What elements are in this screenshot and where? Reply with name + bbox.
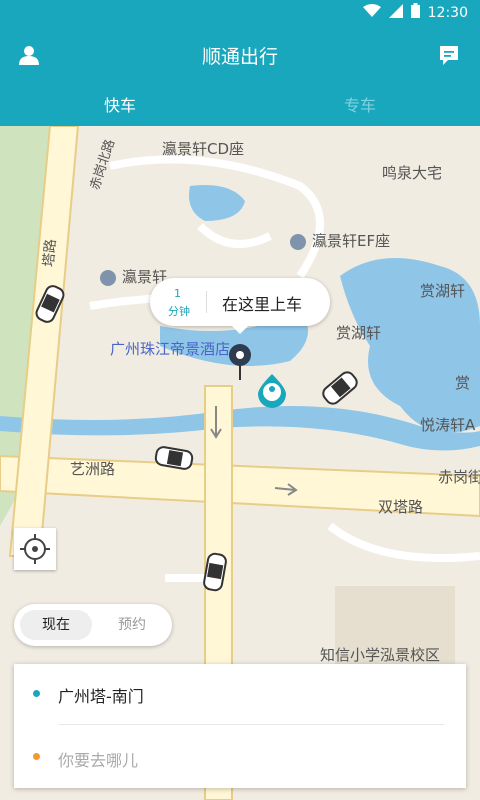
map-label-shang: 赏 [455, 374, 471, 392]
message-icon[interactable] [438, 44, 460, 66]
poi-icon [100, 269, 116, 286]
origin-row[interactable]: 广州塔-南门 [14, 664, 466, 724]
tab-premium[interactable]: 专车 [240, 92, 480, 116]
map-label-school: 知信小学泓景校区 [320, 646, 441, 664]
status-bar: 12:30 [0, 0, 480, 24]
wifi-icon [362, 3, 381, 22]
map-label-mingquan: 鸣泉大宅 [382, 164, 443, 182]
map-label-chigang: 赤岗街 [438, 468, 480, 486]
crosshair-icon [20, 534, 50, 564]
poi-icon [290, 233, 306, 250]
app-bar: 顺通出行 [0, 24, 480, 86]
eta-value: 1 [174, 287, 181, 300]
status-time: 12:30 [427, 4, 468, 21]
now-option[interactable]: 现在 [20, 610, 92, 640]
map-label-tower-road: 塔路 [40, 238, 60, 268]
service-tabs: 快车 专车 [0, 86, 480, 126]
pickup-label: 在这里上车 [222, 295, 303, 314]
map-label-cd: 瀛景轩CD座 [162, 140, 245, 158]
map-label-yuetao: 悦涛轩A [420, 416, 476, 434]
signal-icon [388, 3, 403, 22]
map-label-shuangta: 双塔路 [378, 498, 424, 516]
tab-express[interactable]: 快车 [0, 92, 240, 116]
map-label-shanghu: 赏湖轩 [336, 324, 382, 342]
eta-unit: 分钟 [168, 305, 190, 318]
route-divider [58, 724, 444, 725]
pickup-bubble[interactable]: 1 分钟 在这里上车 [150, 278, 330, 334]
destination-row[interactable]: 你要去哪儿 [14, 726, 466, 786]
time-toggle: 现在 预约 [14, 604, 172, 646]
book-option[interactable]: 预约 [98, 610, 166, 640]
bubble-divider [206, 291, 207, 313]
battery-icon [410, 3, 420, 22]
route-card: 广州塔-南门 你要去哪儿 [14, 664, 466, 788]
destination-dot-icon [33, 753, 40, 760]
map-label-ef: 瀛景轩EF座 [290, 230, 390, 251]
origin-text: 广州塔-南门 [58, 687, 144, 706]
map-label-hotel: 广州珠江帝景酒店 [110, 340, 231, 358]
map-label-shanghu-east: 赏湖轩 [420, 282, 466, 300]
origin-dot-icon [33, 690, 40, 697]
locate-button[interactable] [14, 528, 56, 570]
map-label-yizhou: 艺洲路 [70, 460, 116, 478]
page-title: 顺通出行 [201, 46, 278, 68]
destination-input[interactable]: 你要去哪儿 [58, 747, 138, 771]
